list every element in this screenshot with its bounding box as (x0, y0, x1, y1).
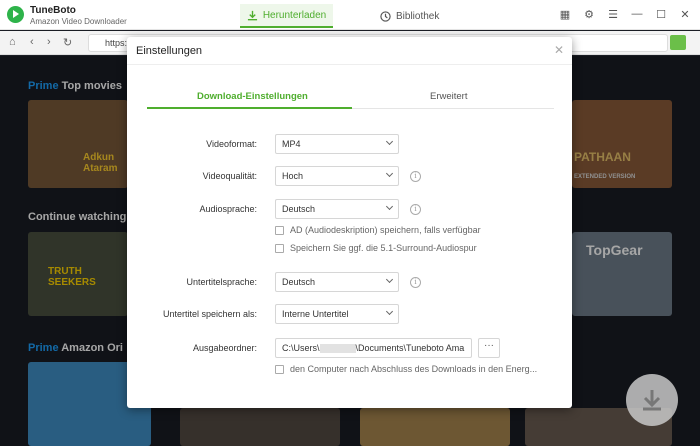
video-quality-label: Videoqualität: (202, 171, 257, 181)
audio-language-value: Deutsch (282, 204, 316, 214)
subtitle-save-value: Interne Untertitel (282, 309, 349, 319)
shutdown-checkbox-row[interactable]: den Computer nach Abschluss des Download… (275, 364, 537, 374)
chevron-down-icon (385, 137, 394, 146)
tab-download[interactable]: Herunterladen (240, 4, 333, 28)
audio-language-select[interactable]: Deutsch (275, 199, 399, 219)
url-text: https: (105, 38, 128, 48)
gear-icon[interactable]: ⚙ (582, 7, 596, 21)
maximize-icon[interactable]: ☐ (654, 7, 668, 21)
download-arrow-icon (643, 390, 661, 411)
subtitle-save-select[interactable]: Interne Untertitel (275, 304, 399, 324)
ad-checkbox-label: AD (Audiodeskription) speichern, falls v… (290, 225, 481, 235)
forward-icon[interactable]: › (47, 36, 51, 48)
output-folder-label: Ausgabeordner: (192, 343, 257, 353)
reload-icon[interactable]: ↻ (63, 36, 72, 49)
output-folder-suffix: \Documents\Tuneboto Ama (355, 343, 465, 353)
dialog-close-icon[interactable]: ✕ (554, 43, 564, 57)
active-tab-indicator (147, 107, 352, 109)
settings-dialog: Einstellungen ✕ Download-Einstellungen E… (127, 37, 572, 408)
close-icon[interactable]: ✕ (678, 7, 692, 21)
subtitle-save-label: Untertitel speichern als: (162, 309, 257, 319)
subtitle-language-value: Deutsch (282, 277, 316, 287)
ad-checkbox-row[interactable]: AD (Audiodeskription) speichern, falls v… (275, 225, 481, 235)
output-folder-field[interactable]: C:\Users\ \Documents\Tuneboto Ama (275, 338, 472, 358)
audio-language-label: Audiosprache: (199, 204, 257, 214)
surround-checkbox[interactable] (275, 243, 284, 253)
minimize-icon[interactable]: — (630, 7, 644, 21)
app-name: TuneBoto (30, 5, 76, 16)
dialog-title: Einstellungen (136, 45, 203, 57)
tab-download-settings[interactable]: Download-Einstellungen (197, 91, 308, 102)
video-quality-select[interactable]: Hoch (275, 166, 399, 186)
output-folder-prefix: C:\Users\ (282, 343, 320, 353)
shutdown-checkbox-label: den Computer nach Abschluss des Download… (290, 364, 538, 374)
grid-icon[interactable]: ▦ (558, 7, 572, 21)
tab-advanced[interactable]: Erweitert (430, 91, 467, 102)
subtitle-language-label: Untertitelsprache: (186, 277, 257, 287)
tab-library[interactable]: Bibliothek (380, 4, 439, 28)
download-button[interactable] (626, 374, 678, 426)
back-icon[interactable]: ‹ (30, 36, 34, 48)
surround-checkbox-label: Speichern Sie ggf. die 5.1-Surround-Audi… (290, 243, 477, 253)
video-quality-value: Hoch (282, 171, 304, 181)
chevron-down-icon (385, 202, 394, 211)
video-format-value: MP4 (282, 139, 301, 149)
tab-library-label: Bibliothek (396, 10, 440, 22)
ad-checkbox[interactable] (275, 225, 284, 235)
shutdown-checkbox[interactable] (275, 364, 284, 374)
info-icon[interactable]: i (410, 277, 421, 288)
tab-download-label: Herunterladen (262, 9, 327, 21)
window-controls: ▦ ⚙ ☰ — ☐ ✕ (558, 7, 692, 21)
menu-icon[interactable]: ☰ (606, 7, 620, 21)
info-icon[interactable]: i (410, 204, 421, 215)
chevron-down-icon (385, 307, 394, 316)
video-format-select[interactable]: MP4 (275, 134, 399, 154)
chevron-down-icon (385, 275, 394, 284)
chevron-down-icon (385, 169, 394, 178)
app-subtitle: Amazon Video Downloader (30, 17, 127, 26)
video-format-label: Videoformat: (206, 139, 257, 149)
browse-folder-button[interactable]: ··· (478, 338, 500, 358)
divider (127, 64, 572, 65)
surround-checkbox-row[interactable]: Speichern Sie ggf. die 5.1-Surround-Audi… (275, 243, 477, 253)
home-icon[interactable]: ⌂ (9, 36, 16, 48)
download-extension-icon[interactable] (670, 35, 686, 50)
redacted-username (319, 344, 356, 354)
title-bar: TuneBoto Amazon Video Downloader Herunte… (0, 0, 700, 30)
info-icon[interactable]: i (410, 171, 421, 182)
subtitle-language-select[interactable]: Deutsch (275, 272, 399, 292)
settings-tabs: Download-Einstellungen Erweitert (147, 89, 554, 109)
download-icon (247, 10, 257, 20)
clock-icon (380, 10, 391, 22)
app-logo-icon (7, 6, 24, 23)
